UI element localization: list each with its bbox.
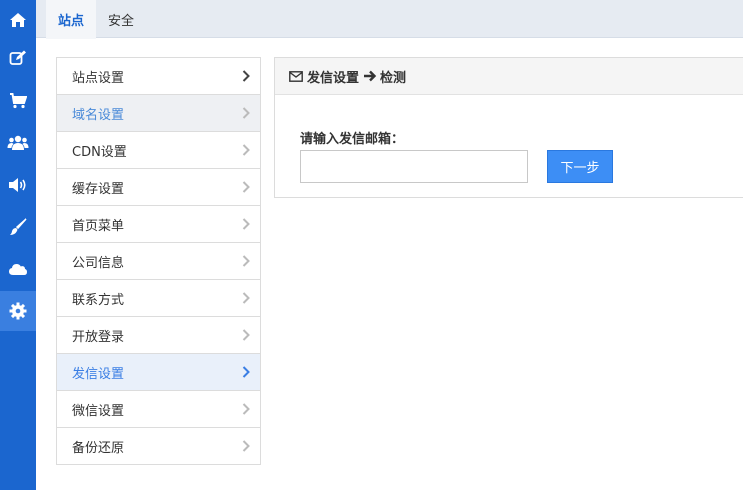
panel-title-section: 发信设置 xyxy=(307,70,360,86)
menu-item-label: 站点设置 xyxy=(72,70,125,86)
menu-item-label: 域名设置 xyxy=(72,107,125,123)
menu-item-label: 微信设置 xyxy=(72,403,125,419)
nav-users[interactable] xyxy=(0,123,36,163)
panel-header: 发信设置 检测 xyxy=(275,58,743,95)
chevron-right-icon xyxy=(242,181,250,193)
gear-icon xyxy=(9,302,27,320)
tab-site-label: 站点 xyxy=(57,13,84,29)
nav-edit[interactable] xyxy=(0,38,36,78)
cloud-icon xyxy=(9,264,27,275)
chevron-right-icon xyxy=(242,403,250,415)
nav-settings[interactable] xyxy=(0,291,36,331)
tab-security-label: 安全 xyxy=(107,13,134,29)
brush-icon xyxy=(10,218,27,235)
menu-item-label: 首页菜单 xyxy=(72,218,125,234)
chevron-right-icon xyxy=(242,440,250,452)
menu-item-contact[interactable]: 联系方式 xyxy=(57,280,260,317)
panel-title-step: 检测 xyxy=(380,70,407,86)
chevron-right-icon xyxy=(242,144,250,156)
menu-item-cache-settings[interactable]: 缓存设置 xyxy=(57,169,260,206)
menu-item-label: 公司信息 xyxy=(72,255,125,271)
envelope-icon xyxy=(289,70,303,82)
chevron-right-icon xyxy=(242,70,250,82)
menu-item-label: 联系方式 xyxy=(72,292,125,308)
nav-cloud[interactable] xyxy=(0,249,36,289)
nav-shop[interactable] xyxy=(0,81,36,121)
home-icon xyxy=(10,13,26,27)
tab-security[interactable]: 安全 xyxy=(96,0,146,38)
chevron-right-icon xyxy=(242,255,250,267)
volume-icon xyxy=(9,178,26,192)
menu-item-home-menu[interactable]: 首页菜单 xyxy=(57,206,260,243)
chevron-right-icon xyxy=(242,366,250,378)
nav-theme[interactable] xyxy=(0,207,36,247)
chevron-right-icon xyxy=(242,329,250,341)
settings-menu: 站点设置 域名设置 CDN设置 缓存设置 首页菜单 公司信息 联系方式 开放登录… xyxy=(56,57,261,465)
cart-icon xyxy=(10,93,27,109)
menu-item-domain-settings[interactable]: 域名设置 xyxy=(57,95,260,132)
next-step-button[interactable]: 下一步 xyxy=(547,150,613,183)
arrow-right-icon xyxy=(364,70,377,82)
mail-settings-panel: 发信设置 检测 请输入发信邮箱： 下一步 xyxy=(274,57,743,198)
menu-item-open-login[interactable]: 开放登录 xyxy=(57,317,260,354)
chevron-right-icon xyxy=(242,292,250,304)
tab-site[interactable]: 站点 xyxy=(46,0,96,39)
menu-item-label: 缓存设置 xyxy=(72,181,125,197)
nav-home[interactable] xyxy=(0,0,36,40)
menu-item-backup-restore[interactable]: 备份还原 xyxy=(57,428,260,465)
top-tab-bar: 站点 安全 xyxy=(36,0,743,39)
chevron-right-icon xyxy=(242,218,250,230)
menu-item-wechat-settings[interactable]: 微信设置 xyxy=(57,391,260,428)
chevron-right-icon xyxy=(242,107,250,119)
sender-email-input[interactable] xyxy=(300,150,528,183)
side-nav-rail xyxy=(0,0,36,490)
menu-item-site-settings[interactable]: 站点设置 xyxy=(57,58,260,95)
email-field-label: 请输入发信邮箱： xyxy=(300,132,405,147)
menu-item-company-info[interactable]: 公司信息 xyxy=(57,243,260,280)
users-icon xyxy=(7,135,29,150)
menu-item-label: 发信设置 xyxy=(72,366,125,382)
edit-icon xyxy=(9,50,26,65)
menu-item-cdn-settings[interactable]: CDN设置 xyxy=(57,132,260,169)
menu-item-label: CDN设置 xyxy=(72,144,127,160)
nav-broadcast[interactable] xyxy=(0,165,36,205)
menu-item-mail-settings[interactable]: 发信设置 xyxy=(57,354,260,391)
menu-item-label: 备份还原 xyxy=(72,440,125,456)
menu-item-label: 开放登录 xyxy=(72,329,125,345)
